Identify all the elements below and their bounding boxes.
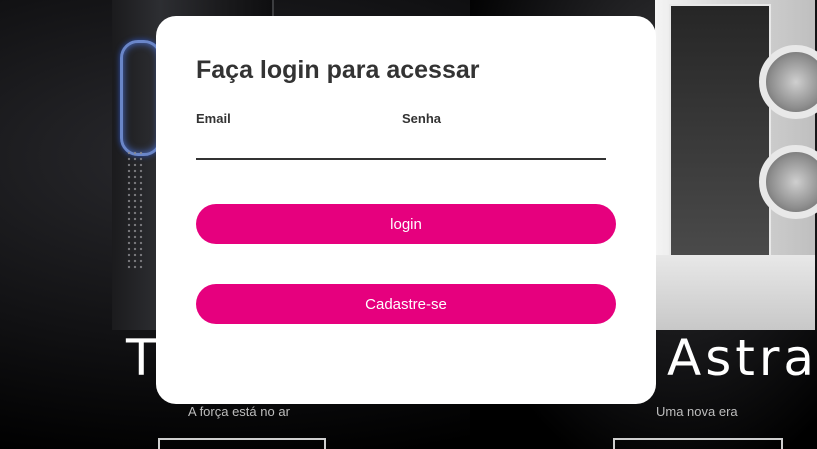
modal-title: Faça login para acessar [196,56,480,84]
email-input[interactable] [196,134,402,160]
page: T Astra A força está no ar Uma nova era … [0,0,817,449]
hero-subtitle-right: Uma nova era [656,404,738,419]
case-base [655,255,815,330]
password-label: Senha [402,111,442,126]
hero-title-right: Astra [667,329,817,387]
login-button[interactable]: login [196,204,616,244]
email-label: Email [196,111,231,126]
pc-case-image-right [655,0,817,330]
hero-button-right[interactable] [613,438,783,449]
password-input[interactable] [402,134,606,160]
hero-subtitle-left: A força está no ar [188,404,290,419]
case-interior [669,4,771,258]
signup-button[interactable]: Cadastre-se [196,284,616,324]
mesh-panel [126,150,144,270]
login-modal: Faça login para acessar Email Senha logi… [156,16,656,404]
hero-button-left[interactable] [158,438,326,449]
